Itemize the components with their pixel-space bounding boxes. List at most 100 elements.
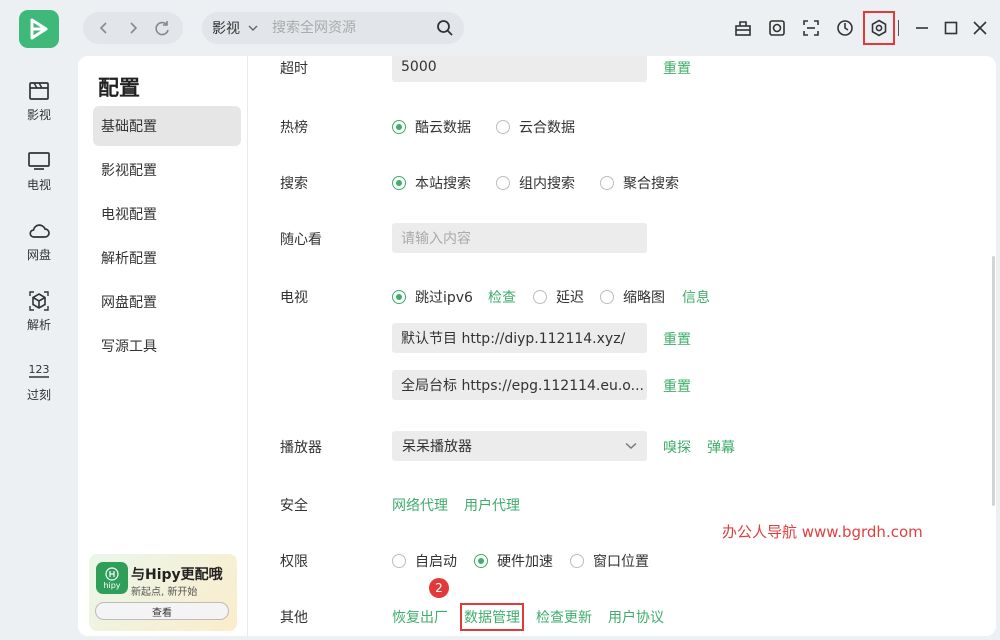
hot-option-yunhe[interactable]: 云合数据	[496, 117, 575, 137]
titlebar-tools	[730, 11, 996, 45]
tv-logo-input[interactable]: 全局台标 https://epg.112114.eu.o...	[392, 370, 647, 400]
rail-item-tv[interactable]: 电视	[0, 136, 78, 206]
permission-hw-accel-option[interactable]: 硬件加速	[474, 551, 553, 571]
search-button[interactable]	[436, 19, 454, 37]
page-title: 配置	[98, 76, 140, 100]
rail-item-cloud[interactable]: 网盘	[0, 206, 78, 276]
setting-row-tv: 电视 跳过ipv6 检查 延迟 缩略图 信息	[248, 278, 996, 314]
content-scrollbar[interactable]	[992, 256, 995, 506]
player-sniff-link[interactable]: 嗅探	[663, 437, 691, 457]
random-input[interactable]: 请输入内容	[392, 223, 647, 253]
settings-button[interactable]	[863, 11, 895, 45]
hot-option-kuyun[interactable]: 酷云数据	[392, 117, 471, 137]
setting-row-permission: 权限 自启动 硬件加速 窗口位置	[248, 542, 996, 578]
record-button[interactable]	[764, 14, 790, 42]
setting-label: 热榜	[280, 120, 308, 136]
play-logo-icon	[30, 18, 48, 40]
search-option-aggregate[interactable]: 聚合搜索	[600, 173, 679, 193]
tv-logo-reset-link[interactable]: 重置	[663, 376, 691, 396]
permission-window-pos-option[interactable]: 窗口位置	[570, 551, 649, 571]
scan-icon	[803, 20, 819, 36]
radio-selected-icon	[392, 176, 406, 190]
svg-text:123: 123	[29, 363, 50, 376]
setting-label: 随心看	[280, 232, 322, 248]
record-icon	[769, 20, 785, 36]
tv-delay-option[interactable]: 延迟	[533, 287, 584, 307]
setting-label: 电视	[280, 290, 308, 306]
sidebar-item-movie[interactable]: 影视配置	[93, 150, 241, 190]
nav-group	[83, 12, 183, 44]
hipy-h-icon	[105, 566, 119, 581]
scan-button[interactable]	[798, 14, 824, 42]
search-input[interactable]	[272, 20, 428, 36]
radio-label: 硬件加速	[497, 554, 553, 570]
settings-panel: 配置 基础配置 影视配置 电视配置 解析配置 网盘配置 写源工具 hipy 与H…	[78, 56, 996, 636]
setting-label: 安全	[280, 498, 308, 514]
hipy-logo: hipy	[96, 562, 128, 594]
tv-epg-input[interactable]: 默认节目 http://diyp.112114.xyz/	[392, 323, 647, 353]
radio-label: 组内搜索	[519, 176, 575, 192]
check-update-link[interactable]: 检查更新	[536, 607, 592, 627]
history-button[interactable]	[832, 14, 858, 42]
permission-autostart-option[interactable]: 自启动	[392, 551, 457, 571]
rail-item-label: 过刻	[26, 387, 51, 402]
player-select[interactable]: 呆呆播放器	[392, 431, 647, 461]
chevron-left-icon	[99, 22, 107, 34]
tv-info-link[interactable]: 信息	[682, 287, 710, 307]
sidebar-item-basic[interactable]: 基础配置	[93, 106, 241, 146]
radio-icon	[600, 176, 614, 190]
rail-item-label: 解析	[26, 317, 51, 332]
search-option-site[interactable]: 本站搜索	[392, 173, 471, 193]
minimize-button[interactable]	[909, 14, 935, 42]
setting-row-security: 安全 网络代理 用户代理	[248, 486, 996, 522]
rail-item-label: 网盘	[26, 247, 51, 262]
promo-card: hipy 与Hipy更配哦 新起点, 新开始 查看	[89, 554, 237, 631]
back-button[interactable]	[91, 15, 117, 41]
user-agent-link[interactable]: 用户代理	[464, 495, 520, 515]
sidebar-item-parse[interactable]: 解析配置	[93, 238, 241, 278]
radio-icon	[600, 290, 614, 304]
settings-sidebar: 配置 基础配置 影视配置 电视配置 解析配置 网盘配置 写源工具 hipy 与H…	[78, 56, 248, 636]
setting-label: 权限	[280, 554, 308, 570]
sidebar-item-source-tool[interactable]: 写源工具	[93, 326, 241, 366]
radio-label: 云合数据	[519, 120, 575, 136]
close-button[interactable]	[967, 14, 993, 42]
setting-label: 其他	[280, 610, 308, 626]
rail-item-label: 电视	[26, 177, 51, 192]
user-agreement-link[interactable]: 用户协议	[608, 607, 664, 627]
rail-item-filter[interactable]: 123 过刻	[0, 346, 78, 416]
refresh-icon	[155, 21, 170, 36]
tv-thumbnail-option[interactable]: 缩略图	[600, 287, 665, 307]
data-management-link[interactable]: 数据管理	[460, 603, 524, 631]
sidebar-item-cloud[interactable]: 网盘配置	[93, 282, 241, 322]
network-proxy-link[interactable]: 网络代理	[392, 495, 448, 515]
search-category-label: 影视	[212, 21, 240, 37]
timeout-reset-link[interactable]: 重置	[663, 58, 691, 78]
search-bar: 影视	[202, 12, 464, 44]
radio-label: 酷云数据	[415, 120, 471, 136]
close-icon	[973, 21, 987, 35]
setting-row-search: 搜索 本站搜索 组内搜索 聚合搜索	[248, 164, 996, 200]
radio-label: 缩略图	[623, 290, 665, 306]
refresh-button[interactable]	[149, 15, 175, 41]
tv-check-link[interactable]: 检查	[488, 287, 516, 307]
numbers-icon: 123	[29, 363, 50, 378]
factory-reset-link[interactable]: 恢复出厂	[392, 607, 448, 627]
promo-view-button[interactable]: 查看	[95, 602, 229, 620]
film-icon	[29, 81, 49, 100]
tv-skip-ipv6-option[interactable]: 跳过ipv6	[392, 287, 473, 307]
timeout-input[interactable]: 5000	[392, 56, 647, 82]
sidebar-item-tv[interactable]: 电视配置	[93, 194, 241, 234]
search-category-select[interactable]: 影视	[212, 18, 258, 38]
radio-icon	[533, 290, 547, 304]
chevron-down-icon	[248, 25, 258, 31]
rail-item-parse[interactable]: 解析	[0, 276, 78, 346]
rail-item-movies[interactable]: 影视	[0, 66, 78, 136]
radio-label: 延迟	[556, 290, 584, 306]
maximize-button[interactable]	[938, 14, 964, 42]
forward-button[interactable]	[120, 15, 146, 41]
gift-button[interactable]	[730, 14, 756, 42]
player-danmaku-link[interactable]: 弹幕	[707, 437, 735, 457]
tv-epg-reset-link[interactable]: 重置	[663, 329, 691, 349]
search-option-group[interactable]: 组内搜索	[496, 173, 575, 193]
